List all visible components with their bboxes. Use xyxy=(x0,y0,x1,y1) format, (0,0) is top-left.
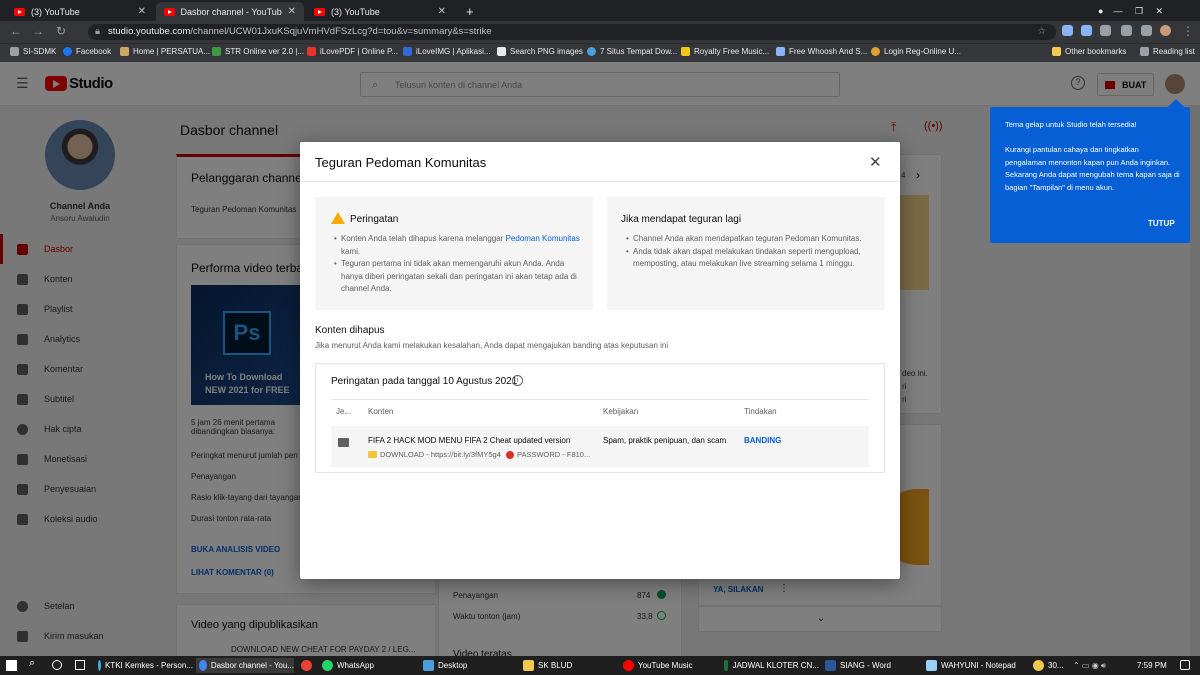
table-row: FIFA 2 HACK MOD MENU FIFA 2 Cheat update… xyxy=(331,426,869,467)
divider xyxy=(331,399,869,400)
warning-title: Peringatan xyxy=(350,214,399,225)
dark-theme-notification: Tema gelap untuk Studio telah tersedia! … xyxy=(990,99,1190,243)
no-entry-icon xyxy=(506,451,514,459)
next-strike-bullet: Channel Anda akan mendapatkan teguran Pe… xyxy=(626,233,878,246)
bookmark-item[interactable]: SI-SDMK xyxy=(10,47,56,56)
folder-icon xyxy=(368,451,377,458)
next-strike-title: Jika mendapat teguran lagi xyxy=(621,214,742,225)
new-tab-button[interactable]: + xyxy=(458,2,482,21)
reading-list[interactable]: Reading list xyxy=(1140,47,1195,56)
removed-content-title: Konten dihapus xyxy=(315,325,385,336)
dialog-title: Teguran Pedoman Komunitas xyxy=(315,155,487,170)
column-header-policy: Kebijakan xyxy=(603,407,639,416)
reload-icon[interactable]: ↻ xyxy=(56,24,66,38)
search-icon[interactable]: ⌕ xyxy=(29,657,35,670)
removed-content-subtitle: Jika menurut Anda kami melakukan kesalah… xyxy=(315,341,669,350)
column-header-action: Tindakan xyxy=(744,407,777,416)
weather-widget[interactable]: 30... xyxy=(1030,658,1064,673)
extension-icon[interactable] xyxy=(1100,25,1111,36)
back-arrow-icon[interactable]: ← xyxy=(10,24,22,38)
bookmark-item[interactable]: iLovePDF | Online P... xyxy=(307,47,398,56)
next-strike-box: Jika mendapat teguran lagi Channel Anda … xyxy=(607,197,885,310)
warning-list: Konten Anda telah dihapus karena melangg… xyxy=(334,233,581,296)
video-camera-icon xyxy=(338,438,349,447)
url-input[interactable]: 🔒︎ studio.youtube.com/channel/UCW01JxuKS… xyxy=(88,24,1056,40)
column-header-type: Je... xyxy=(336,407,352,416)
lock-icon: 🔒︎ xyxy=(95,26,101,37)
extension-icon[interactable] xyxy=(1062,25,1073,36)
video-description: DOWNLOAD - https://bit.ly/3fMY5g4 xyxy=(380,450,501,459)
window-controls[interactable]: ● — ❐ ✕ xyxy=(1090,2,1171,21)
taskbar-item[interactable]: SK BLUD xyxy=(520,658,618,673)
close-icon[interactable]: ✕ xyxy=(869,153,882,171)
other-bookmarks[interactable]: Other bookmarks xyxy=(1052,47,1126,56)
windows-start-icon[interactable] xyxy=(6,660,17,671)
taskbar-item[interactable]: WAHYUNI - Notepad xyxy=(923,658,1021,673)
task-view-icon[interactable] xyxy=(52,660,62,670)
taskbar-item[interactable]: WhatsApp xyxy=(319,658,417,673)
guidelines-link[interactable]: Pedoman Komunitas xyxy=(506,234,580,243)
bookmark-item[interactable]: iLoveIMG | Aplikasi... xyxy=(403,47,491,56)
taskbar-item[interactable]: JADWAL KLOTER CN... xyxy=(721,658,819,673)
video-title: FIFA 2 HACK MOD MENU FIFA 2 Cheat update… xyxy=(368,436,571,445)
bookmark-item[interactable]: 7 Situs Tempat Dow... xyxy=(587,47,677,56)
warning-bullet: Konten Anda telah dihapus karena melangg… xyxy=(334,233,581,258)
next-strike-list: Channel Anda akan mendapatkan teguran Pe… xyxy=(626,233,878,271)
task-view-icon[interactable] xyxy=(75,660,85,670)
taskbar-item[interactable] xyxy=(298,658,316,673)
youtube-icon xyxy=(14,7,25,16)
bookmark-item[interactable]: Login Reg-Online U... xyxy=(871,47,961,56)
browser-tab[interactable]: (3) YouTube ✕ xyxy=(6,2,154,21)
warning-box: Peringatan Konten Anda telah dihapus kar… xyxy=(315,197,593,310)
bookmark-item[interactable]: STR Online ver 2.0 |... xyxy=(212,47,304,56)
browser-tab[interactable]: (3) YouTube ✕ xyxy=(306,2,454,21)
warning-bullet: Teguran pertama ini tidak akan memengaru… xyxy=(334,258,581,296)
bookmark-item[interactable]: Search PNG images xyxy=(497,47,583,56)
bookmark-item[interactable]: Facebook xyxy=(63,47,111,56)
close-tab-icon[interactable]: ✕ xyxy=(438,6,446,17)
youtube-icon xyxy=(314,7,325,16)
next-strike-bullet: Anda tidak akan dapat melakukan tindakan… xyxy=(626,246,878,271)
column-header-content: Konten xyxy=(368,407,394,416)
policy-text: Spam, praktik penipuan, dan scam xyxy=(603,436,727,445)
bookmark-item[interactable]: Royalty Free Music... xyxy=(681,47,769,56)
browser-address-bar: ← → ↻ 🔒︎ studio.youtube.com/channel/UCW0… xyxy=(0,21,1200,43)
taskbar-item[interactable]: SIANG - Word xyxy=(822,658,920,673)
info-icon[interactable]: i xyxy=(512,375,523,386)
taskbar-item[interactable]: YouTube Music xyxy=(620,658,718,673)
community-guidelines-strike-dialog: Teguran Pedoman Komunitas ✕ Peringatan K… xyxy=(300,142,900,579)
extension-icon[interactable] xyxy=(1081,25,1092,36)
appeal-button[interactable]: BANDING xyxy=(744,436,781,445)
star-icon[interactable]: ☆ xyxy=(1037,24,1046,40)
menu-dots-icon[interactable]: ⋮ xyxy=(1182,24,1194,38)
video-description-2: PASSWORD - F810... xyxy=(517,450,591,459)
youtube-icon xyxy=(164,7,175,16)
forward-arrow-icon[interactable]: → xyxy=(32,24,44,38)
system-tray-icons[interactable]: ⌃ ▭ ◉ 🔊︎ xyxy=(1070,658,1106,673)
profile-avatar[interactable] xyxy=(1160,25,1171,36)
clock[interactable]: 7:59 PM xyxy=(1134,658,1167,673)
notification-title: Tema gelap untuk Studio telah tersedia! xyxy=(1005,120,1137,129)
notification-body: Kurangi pantulan cahaya dan tingkatkan p… xyxy=(1005,145,1180,192)
browser-tab-bar: (3) YouTube✕ Dasbor channel - YouTube St… xyxy=(0,0,1200,21)
divider xyxy=(300,181,900,182)
close-tab-icon[interactable]: ✕ xyxy=(138,6,146,17)
strike-table: Peringatan pada tanggal 10 Agustus 2021 … xyxy=(315,363,885,473)
strike-date-title: Peringatan pada tanggal 10 Agustus 2021 xyxy=(331,376,518,387)
taskbar-item-active[interactable]: Dasbor channel - You... xyxy=(196,658,294,673)
windows-taskbar: ⌕ KTKI Kemkes - Person... Dasbor channel… xyxy=(0,656,1200,675)
puzzle-icon[interactable] xyxy=(1121,25,1132,36)
close-tab-icon[interactable]: ✕ xyxy=(288,6,296,17)
notification-icon[interactable] xyxy=(1180,660,1190,670)
warning-icon xyxy=(331,212,345,224)
browser-tab-active[interactable]: Dasbor channel - YouTube Studio✕ xyxy=(156,2,304,21)
playlist-icon[interactable] xyxy=(1141,25,1152,36)
taskbar-item[interactable]: Desktop xyxy=(420,658,518,673)
notification-close-button[interactable]: TUTUP xyxy=(1148,219,1175,228)
bookmark-item[interactable]: Free Whoosh And S... xyxy=(776,47,867,56)
bookmarks-bar: SI-SDMK Facebook Home | PERSATUA... STR … xyxy=(0,43,1200,62)
bookmark-item[interactable]: Home | PERSATUA... xyxy=(120,47,210,56)
taskbar-item[interactable]: KTKI Kemkes - Person... xyxy=(95,658,193,673)
